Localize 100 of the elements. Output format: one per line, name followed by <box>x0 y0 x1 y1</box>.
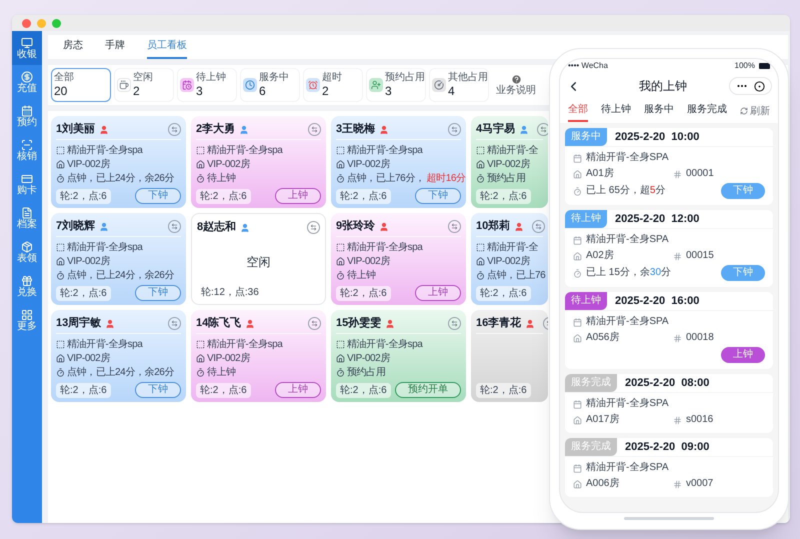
room-text: A056房 <box>586 331 620 345</box>
staff-card[interactable]: 13周宇敏 精油开背-全身spa VIP-002房 点钟，已上24分，余26分 轮:2，点:6 下钟 <box>51 310 186 402</box>
sidebar-item[interactable]: 表领 <box>12 235 42 269</box>
sidebar-item[interactable]: 核销 <box>12 133 42 167</box>
staff-card[interactable]: 4马宇易 精油开背-全 VIP-002房 预约占用 轮:2，点:6 <box>471 116 548 208</box>
room-text: VIP-002房 <box>487 158 530 171</box>
tab[interactable]: 手牌 <box>105 38 125 59</box>
action-button[interactable]: 上钟 <box>275 382 321 398</box>
tab[interactable]: 员工看板 <box>147 38 187 59</box>
round-count: 轮:2，点:6 <box>476 383 531 398</box>
room-text: VIP-002房 <box>207 352 250 364</box>
sidebar-item[interactable]: 预约 <box>12 99 42 133</box>
order-card[interactable]: 待上钟 2025-2-20 12:00 精油开背-全身SPA A02房 00015 已上 15分，余30分 下钟 <box>565 210 773 287</box>
tab[interactable]: 待上钟 <box>601 100 631 122</box>
action-button[interactable]: 上钟 <box>275 188 321 204</box>
staff-card[interactable]: 16李青花 轮:2，点:6 <box>471 310 548 402</box>
clock-icon <box>56 174 65 182</box>
staff-card[interactable]: 14陈飞飞 精油开背-全身spa VIP-002房 待上钟 轮:2，点:6 上钟 <box>191 310 326 402</box>
help-button[interactable]: 业务说明 <box>496 74 536 96</box>
refresh-button[interactable]: 刷新 <box>740 104 770 118</box>
service-text: 精油开背-全身spa <box>347 144 422 156</box>
service-icon <box>196 146 205 154</box>
order-card[interactable]: 服务完成 2025-2-20 08:00 精油开背-全身SPA A017房 s0016 <box>565 374 773 433</box>
room-icon <box>336 160 345 168</box>
service-text: 精油开背-全 <box>487 144 538 157</box>
stat-filter[interactable]: 服务中 6 <box>240 68 300 102</box>
room-text: VIP-002房 <box>347 352 390 364</box>
sidebar-item[interactable]: 购卡 <box>12 167 42 201</box>
timer-icon <box>573 268 582 278</box>
room-text: VIP-002房 <box>67 352 110 364</box>
staff-card[interactable]: 15孙雯雯 精油开背-全身spa VIP-002房 预约占用 轮:2，点:6 预约开单 <box>331 310 466 402</box>
stat-filter[interactable]: 全部 20 <box>51 68 111 102</box>
clock-icon <box>476 174 485 183</box>
staff-card[interactable]: 7刘晓辉 精油开背-全身spa VIP-002房 点钟，已上24分，余26分 轮:2，点:6 下钟 <box>51 213 186 305</box>
help-icon <box>510 74 522 84</box>
tab[interactable]: 服务中 <box>644 100 674 122</box>
clock-icon <box>56 270 65 280</box>
tab[interactable]: 全部 <box>568 100 588 122</box>
target-icon[interactable] <box>754 80 765 92</box>
staff-name: 3王晓梅 <box>336 122 376 138</box>
stat-filter[interactable]: 预约占用 3 <box>366 68 426 102</box>
staff-name: 1刘美丽 <box>56 121 96 138</box>
service-icon <box>476 243 485 252</box>
capsule-menu[interactable] <box>729 77 772 95</box>
service-text: 精油开背-全 <box>487 241 538 254</box>
stat-filter[interactable]: 空闲 2 <box>114 68 174 102</box>
order-code: 00018 <box>686 331 714 345</box>
round-count: 轮:2，点:6 <box>336 188 391 204</box>
room-icon <box>573 170 582 178</box>
stat-label: 预约占用 <box>385 72 425 84</box>
service-icon <box>573 318 582 326</box>
stat-filter[interactable]: 待上钟 3 <box>177 68 237 102</box>
room-text: VIP-002房 <box>67 254 110 268</box>
sidebar-item[interactable]: 更多 <box>12 303 42 337</box>
service-text: 精油开背-全身SPA <box>586 461 669 475</box>
staff-name: 13周宇敏 <box>56 316 102 332</box>
action-button[interactable]: 上钟 <box>415 285 461 301</box>
tab[interactable]: 服务完成 <box>687 100 727 122</box>
staff-card[interactable]: 10郑莉 精油开背-全 VIP-002房 点钟，已上76 轮:2，点:6 <box>471 213 548 305</box>
staff-card[interactable]: 1刘美丽 精油开背-全身spa VIP-002房 点钟，已上24分，余26分 轮:2，点:6 下钟 <box>51 116 186 208</box>
room-text: A01房 <box>586 167 614 181</box>
stat-icon <box>180 78 194 92</box>
calendar-icon <box>21 104 33 116</box>
service-icon <box>336 340 345 348</box>
room-text: VIP-002房 <box>487 255 530 268</box>
sidebar-item[interactable]: 收银 <box>12 31 42 65</box>
round-count: 轮:2，点:6 <box>56 382 111 398</box>
elapsed-text: 已上 15分，余30分 <box>586 266 672 280</box>
maximize-button[interactable] <box>52 18 61 28</box>
stat-filter[interactable]: 其他占用 4 <box>429 68 489 102</box>
tab[interactable]: 房态 <box>63 38 83 59</box>
close-button[interactable] <box>22 18 31 28</box>
clock-icon <box>196 368 205 376</box>
sidebar-item[interactable]: 兑换 <box>12 269 42 303</box>
action-button[interactable]: 预约开单 <box>395 382 461 398</box>
action-button[interactable]: 上钟 <box>721 347 765 363</box>
card-icon <box>21 172 33 184</box>
stat-icon <box>306 78 320 92</box>
status-text: 点钟，已上24分，余26分 <box>67 268 174 282</box>
staff-card[interactable]: 3王晓梅 精油开背-全身spa VIP-002房 点钟，已上76分， 超时16分 轮:2，点:6 下钟 <box>331 116 466 208</box>
order-card[interactable]: 服务完成 2025-2-20 09:00 精油开背-全身SPA A006房 v0007 <box>565 438 773 497</box>
round-count: 轮:2，点:6 <box>196 382 251 398</box>
code-icon <box>673 334 682 342</box>
order-card[interactable]: 服务中 2025-2-20 10:00 精油开背-全身SPA A01房 00001 已上 65分，超5分 下钟 <box>565 128 773 205</box>
sidebar-item[interactable]: 档案 <box>12 201 42 235</box>
clock-icon <box>336 368 345 376</box>
sidebar-item[interactable]: 充值 <box>12 65 42 99</box>
stat-filter[interactable]: 超时 2 <box>303 68 363 102</box>
service-text: 精油开背-全身SPA <box>586 315 669 329</box>
clock-icon <box>56 368 65 376</box>
staff-card[interactable]: 9张玲玲 精油开背-全身spa VIP-002房 待上钟 轮:2，点:6 上钟 <box>331 213 466 305</box>
staff-name: 16李青花 <box>476 316 522 332</box>
order-card[interactable]: 待上钟 2025-2-20 16:00 精油开背-全身SPA A056房 00018 上钟 <box>565 292 773 369</box>
status-text: 点钟，已上76 <box>487 269 546 282</box>
staff-card[interactable]: 8赵志和 空闲 轮:12，点:36 <box>191 213 326 305</box>
staff-card[interactable]: 2李大勇 精油开背-全身spa VIP-002房 待上钟 轮:2，点:6 上钟 <box>191 116 326 208</box>
code-icon <box>673 416 682 424</box>
box-icon <box>21 240 33 252</box>
order-code: 00001 <box>686 167 714 181</box>
service-text: 精油开背-全身spa <box>207 144 282 156</box>
